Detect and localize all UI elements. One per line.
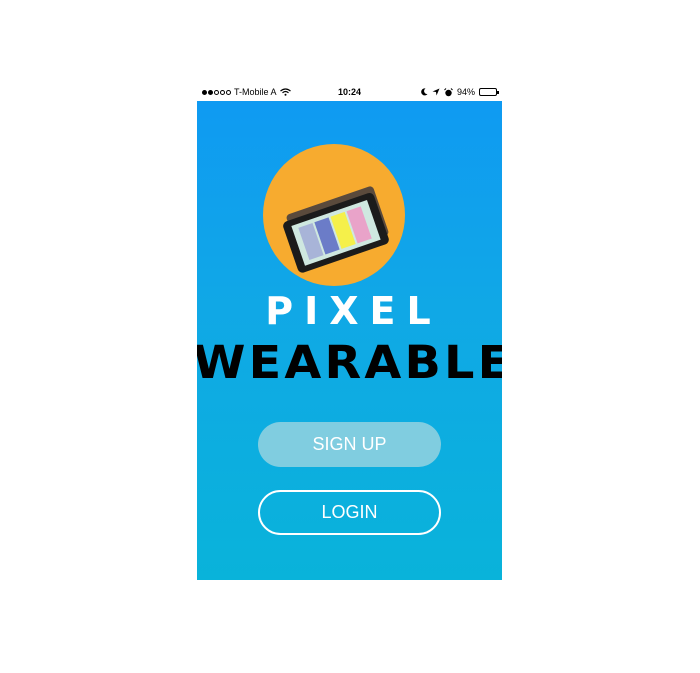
status-right: 94% (420, 87, 499, 97)
tablet-logo-icon (263, 144, 405, 286)
sign-up-label: SIGN UP (312, 434, 387, 454)
location-arrow-icon (432, 88, 440, 96)
login-button[interactable]: LOGIN (258, 490, 441, 535)
brand-title-wearables: WEARABLES (197, 336, 502, 389)
brand-title-pixel: PIXEL (265, 289, 442, 333)
battery-percent: 94% (456, 87, 475, 97)
alarm-icon (444, 87, 453, 96)
battery-icon (479, 88, 499, 96)
app-screen: T-Mobile A 10:24 94% PIXEL WEARABL SIGN … (197, 84, 502, 580)
sign-up-button[interactable]: SIGN UP (258, 422, 441, 467)
moon-icon (421, 88, 428, 96)
login-label: LOGIN (321, 502, 378, 522)
status-bar: T-Mobile A 10:24 94% (197, 84, 502, 101)
